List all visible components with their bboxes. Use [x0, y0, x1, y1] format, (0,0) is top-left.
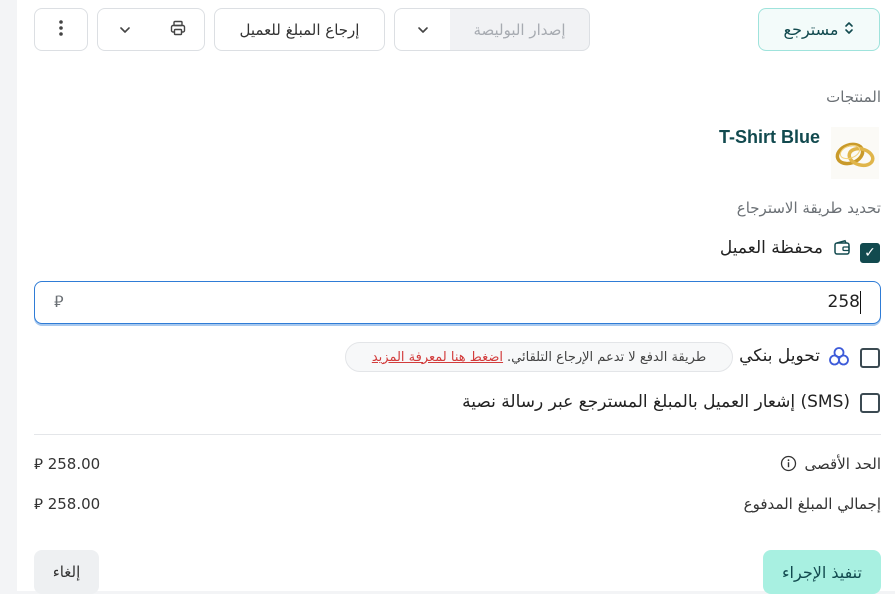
execute-action-button[interactable]: تنفيذ الإجراء	[763, 550, 881, 594]
bank-note-text: طريقة الدفع لا تدعم الإرجاع التلقائي.	[507, 349, 707, 365]
bank-transfer-label: تحويل بنكي	[739, 346, 820, 366]
refund-customer-button[interactable]: إرجاع المبلغ للعميل	[214, 8, 385, 51]
refund-customer-label: إرجاع المبلغ للعميل	[239, 20, 360, 39]
wallet-label: محفظة العميل	[719, 238, 823, 258]
issue-policy-dropdown-button[interactable]	[394, 8, 450, 51]
products-section-title: المنتجات	[826, 88, 881, 106]
currency-symbol: ⃁	[54, 292, 64, 311]
wallet-checkbox[interactable]: ✓	[860, 243, 880, 263]
max-amount-label: الحد الأقصى	[804, 455, 881, 473]
total-paid-value: ⃁ 258.00	[34, 495, 100, 514]
print-dropdown-button[interactable]	[97, 8, 151, 51]
status-dropdown-button[interactable]: مسترجع	[758, 8, 880, 51]
currency-symbol: ⃁	[34, 455, 43, 473]
more-vertical-icon	[58, 19, 64, 41]
text-caret	[859, 291, 861, 314]
divider	[34, 434, 881, 435]
product-thumbnail	[831, 127, 879, 179]
execute-action-label: تنفيذ الإجراء	[782, 562, 862, 582]
status-label: مسترجع	[783, 20, 839, 39]
cancel-label: إلغاء	[52, 563, 81, 581]
info-icon[interactable]	[780, 455, 797, 472]
refund-method-title: تحديد طريقة الاسترجاع	[736, 199, 881, 217]
learn-more-link[interactable]: اضغط هنا لمعرفة المزيد	[372, 350, 503, 365]
printer-icon	[169, 19, 187, 41]
print-button[interactable]	[150, 8, 205, 51]
chevron-up-down-icon	[844, 21, 854, 38]
max-amount-number: 258.00	[47, 455, 101, 473]
product-name[interactable]: T-Shirt Blue	[719, 127, 820, 148]
sms-notify-checkbox[interactable]	[860, 393, 880, 413]
chevron-down-icon	[416, 21, 430, 39]
bank-transfer-icon	[828, 346, 850, 368]
total-paid-number: 258.00	[47, 495, 101, 513]
bank-transfer-checkbox[interactable]	[860, 348, 880, 368]
more-options-button[interactable]	[34, 8, 88, 51]
sms-notify-label: إشعار العميل بالمبلغ المسترجع عبر رسالة …	[462, 392, 850, 412]
currency-symbol: ⃁	[34, 495, 43, 513]
issue-policy-label: إصدار البوليصة	[473, 20, 566, 39]
wallet-amount-value: 258	[827, 292, 860, 312]
total-paid-label: إجمالي المبلغ المدفوع	[743, 495, 881, 513]
cancel-button[interactable]: إلغاء	[34, 550, 99, 594]
wallet-icon	[833, 239, 851, 257]
issue-policy-button[interactable]: إصدار البوليصة	[449, 8, 590, 51]
wallet-amount-input[interactable]: 258 ⃁	[34, 281, 881, 324]
max-amount-value: ⃁ 258.00	[34, 455, 100, 474]
chevron-down-icon	[118, 21, 132, 39]
bank-transfer-note: طريقة الدفع لا تدعم الإرجاع التلقائي. اض…	[345, 342, 733, 372]
